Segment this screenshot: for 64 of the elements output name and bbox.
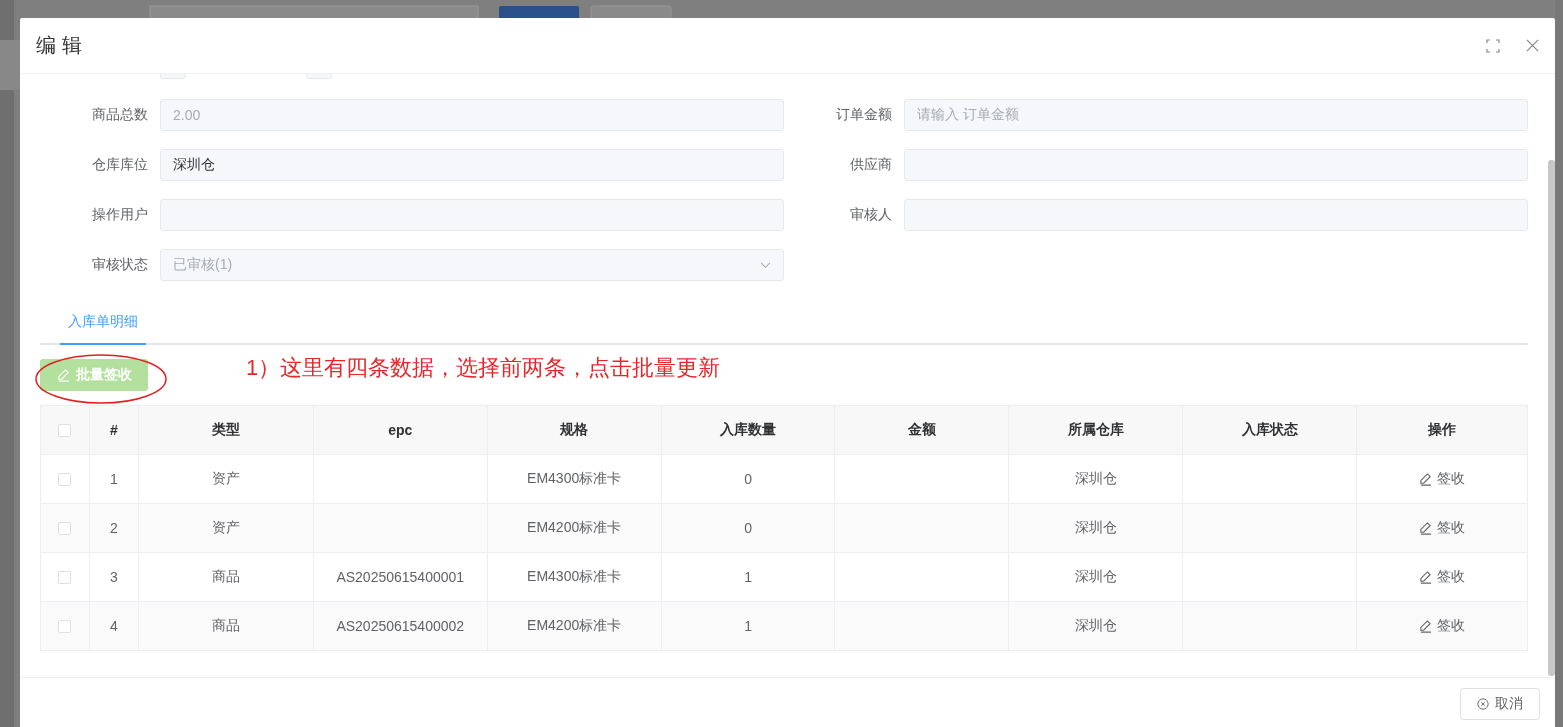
fullscreen-icon[interactable] [1486,38,1500,53]
table-cell: EM4200标准卡 [527,617,622,635]
column-header: 金额 [907,421,936,439]
column-header: 规格 [560,421,589,439]
table-cell: EM4200标准卡 [527,519,622,537]
input-field[interactable] [160,199,784,231]
table-cell: EM4300标准卡 [527,470,622,488]
field-label: 审核状态 [91,256,148,274]
table-cell: AS20250615400001 [336,569,465,585]
table-cell: 深圳仓 [1074,470,1117,488]
checkbox[interactable] [58,472,72,486]
column-header: 入库数量 [720,421,777,439]
field-label: 审核人 [849,206,892,224]
field-label: 供应商 [849,156,892,174]
table-cell: 1 [110,471,118,487]
scrollbar[interactable] [1548,160,1555,676]
column-header: 入库状态 [1241,421,1298,439]
field-label: 仓库库位 [91,156,148,174]
table-cell: 资产 [211,519,240,537]
input-field[interactable] [904,199,1528,231]
pencil-icon [1419,619,1433,633]
column-header: 操作 [1428,421,1457,439]
pencil-icon [1419,472,1433,486]
checkbox[interactable] [58,619,72,633]
table-cell: 0 [744,520,752,536]
input-field[interactable] [904,149,1528,181]
pencil-icon [1419,570,1433,584]
table-cell: 1 [744,569,752,585]
checkbox[interactable] [58,423,72,437]
pencil-icon [56,368,70,382]
input-field[interactable]: 深圳仓 [160,149,784,181]
sign-link[interactable]: 签收 [1419,568,1466,586]
table-cell: 2 [110,520,118,536]
checkbox[interactable] [58,570,72,584]
column-header: epc [388,422,413,438]
sign-link[interactable]: 签收 [1419,617,1466,635]
sign-link[interactable]: 签收 [1419,519,1466,537]
cancel-button[interactable]: 取消 [1460,688,1540,720]
table-cell: 深圳仓 [1074,617,1117,635]
table-cell: EM4300标准卡 [527,568,622,586]
table-cell: 0 [744,471,752,487]
table-cell: 深圳仓 [1074,568,1117,586]
checkbox[interactable] [58,521,72,535]
close-circle-icon [1477,698,1489,710]
field-label: 商品总数 [91,106,148,124]
dialog-title: 编 辑 [36,33,82,58]
table-cell: 3 [110,569,118,585]
table-cell: 深圳仓 [1074,519,1117,537]
column-header: # [110,422,118,438]
table-cell: AS20250615400002 [336,618,465,634]
table-cell: 商品 [211,568,240,586]
table-cell: 资产 [211,470,240,488]
column-header: 所属仓库 [1067,421,1124,439]
table-cell: 1 [744,618,752,634]
field-label: 操作用户 [91,206,148,224]
sign-link[interactable]: 签收 [1419,470,1466,488]
field-label: 订单金额 [835,106,892,124]
table-cell: 4 [110,618,118,634]
pencil-icon [1419,521,1433,535]
column-header: 类型 [211,421,240,439]
table-cell: 商品 [211,617,240,635]
close-icon[interactable] [1526,39,1539,52]
chevron-down-icon [760,261,771,269]
annotation-text: 1）这里有四条数据，选择前两条，点击批量更新 [246,354,721,382]
